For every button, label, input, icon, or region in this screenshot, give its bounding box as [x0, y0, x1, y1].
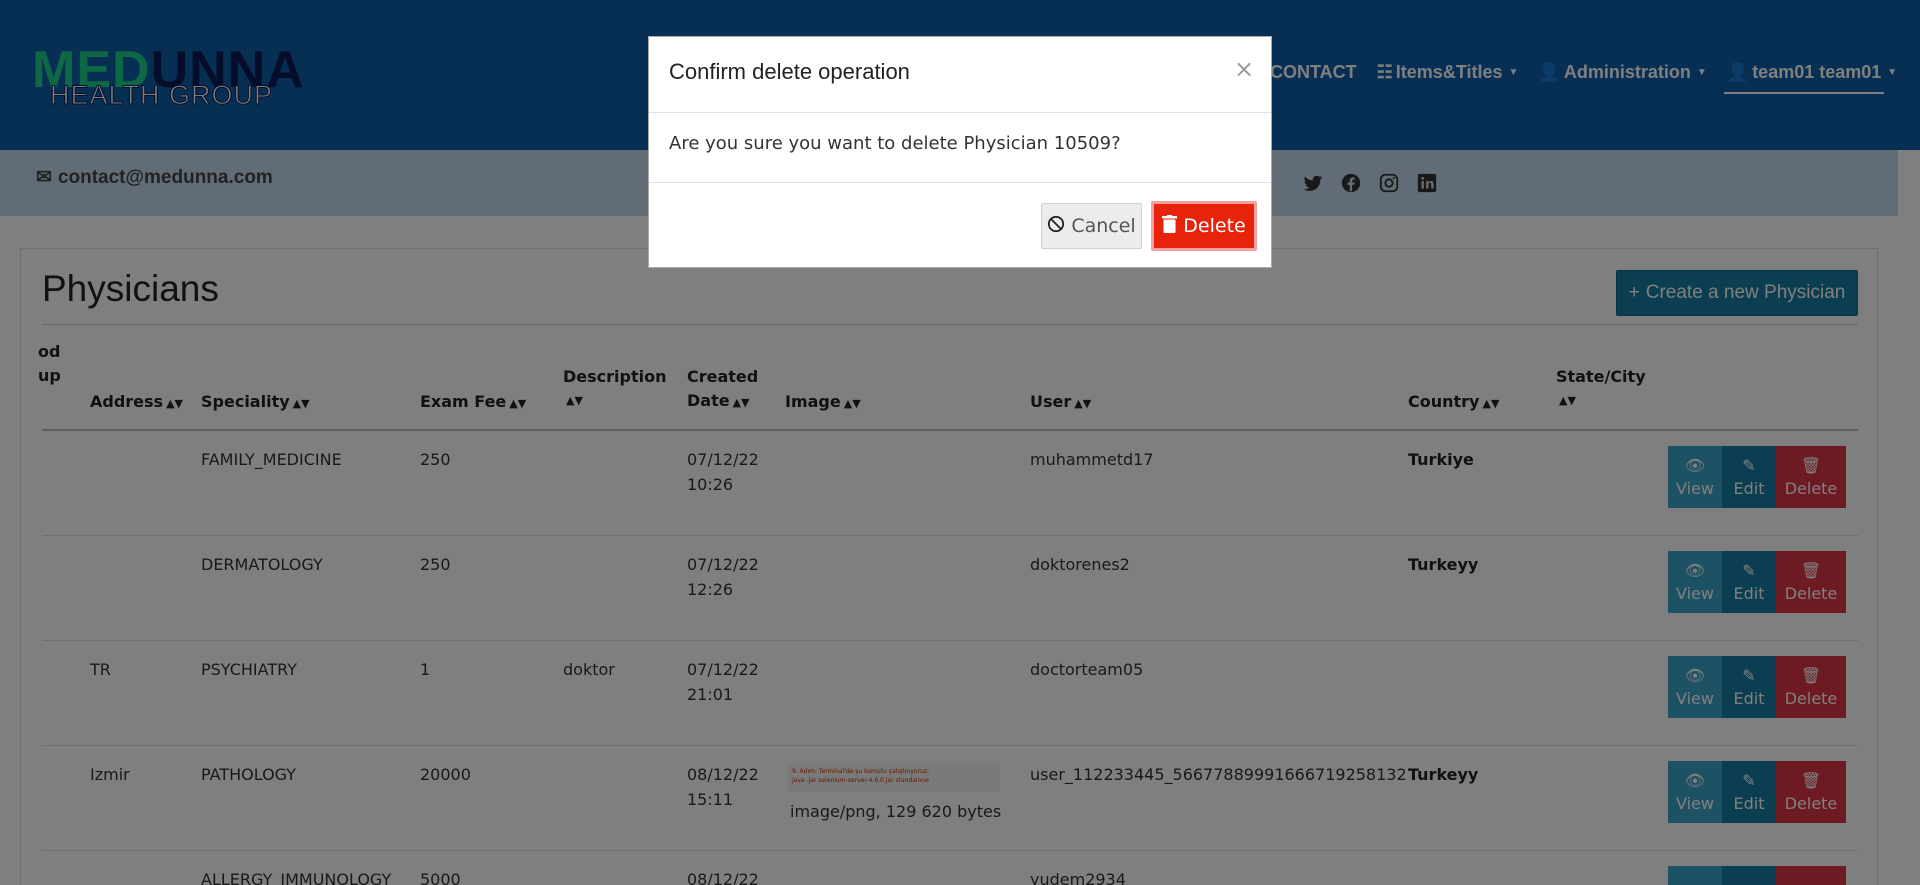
- trash-icon: [1162, 214, 1178, 238]
- ban-icon: [1047, 215, 1065, 238]
- confirm-delete-dialog: Confirm delete operation × Are you sure …: [648, 36, 1272, 268]
- modal-footer-divider: [649, 182, 1271, 183]
- confirm-delete-button[interactable]: Delete: [1151, 201, 1257, 251]
- cancel-button[interactable]: Cancel: [1041, 203, 1142, 249]
- modal-message: Are you sure you want to delete Physicia…: [669, 133, 1121, 154]
- modal-header: Confirm delete operation ×: [649, 37, 1271, 113]
- close-icon[interactable]: ×: [1234, 57, 1254, 81]
- modal-title: Confirm delete operation: [669, 59, 910, 84]
